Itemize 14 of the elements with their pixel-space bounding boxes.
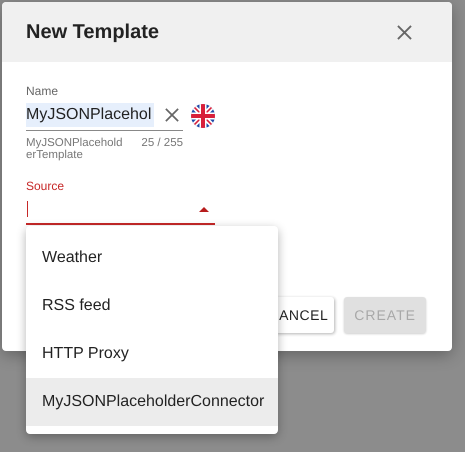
close-icon[interactable] — [397, 24, 412, 40]
character-counter: 25 / 255 — [141, 137, 183, 151]
dialog-title: New Template — [26, 20, 159, 44]
flag-icon[interactable] — [191, 104, 215, 128]
menu-item[interactable]: MyJSONPlaceholderConnector — [26, 378, 278, 426]
field-label: Source — [26, 179, 64, 193]
cancel-button[interactable]: ANCEL — [276, 297, 334, 333]
menu-item[interactable]: Weather — [26, 234, 278, 282]
caret-icon — [199, 206, 209, 212]
clear-icon[interactable] — [165, 108, 179, 122]
hint-text: MyJSONPlaceholderTemplate — [26, 137, 124, 161]
menu-item[interactable]: RSS feed — [26, 282, 278, 330]
menu-item[interactable]: HTTP Proxy — [26, 330, 278, 378]
field-label: Name — [26, 84, 58, 98]
